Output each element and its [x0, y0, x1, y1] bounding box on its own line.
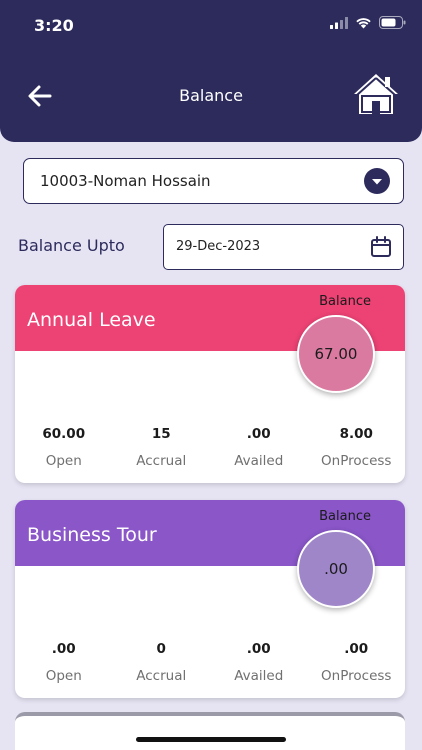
wifi-icon — [356, 17, 371, 28]
balance-value: 67.00 — [314, 345, 358, 363]
dropdown-toggle[interactable] — [364, 168, 390, 194]
stat-label: Open — [45, 668, 82, 684]
employee-dropdown-value: 10003-Noman Hossain — [40, 172, 211, 190]
balance-date-value: 29-Dec-2023 — [176, 239, 261, 254]
stat-label: Availed — [234, 668, 284, 684]
chevron-down-icon — [372, 179, 382, 185]
status-icons — [330, 16, 406, 29]
balance-caption: Balance — [319, 294, 371, 309]
app-header: 3:20 Balance — [0, 0, 422, 142]
stat-value: .00 — [246, 641, 271, 657]
stat-value: 15 — [151, 426, 171, 442]
stat-accrual: 0 Accrual — [113, 641, 211, 684]
balance-caption: Balance — [319, 509, 371, 524]
battery-icon — [379, 16, 406, 29]
stat-label: Open — [45, 453, 82, 469]
stat-value: 8.00 — [339, 426, 373, 442]
employee-dropdown[interactable]: 10003-Noman Hossain — [23, 158, 404, 204]
stat-label: Accrual — [136, 668, 187, 684]
stat-availed: .00 Availed — [210, 641, 308, 684]
stat-label: OnProcess — [321, 668, 392, 684]
stat-onprocess: .00 OnProcess — [308, 641, 406, 684]
status-time: 3:20 — [34, 16, 74, 35]
stat-availed: .00 Availed — [210, 426, 308, 469]
stat-value: .00 — [344, 641, 369, 657]
stat-label: Accrual — [136, 453, 187, 469]
stat-label: Availed — [234, 453, 284, 469]
leave-card-business-tour[interactable]: Business Tour Balance .00 .00 Open 0 Acc… — [15, 500, 405, 698]
stat-value: .00 — [246, 426, 271, 442]
balance-upto-label: Balance Upto — [18, 236, 125, 255]
stat-value: 0 — [156, 641, 166, 657]
stat-onprocess: 8.00 OnProcess — [308, 426, 406, 469]
home-icon — [354, 74, 398, 114]
home-button[interactable] — [352, 72, 400, 116]
balance-value: .00 — [324, 560, 348, 578]
signal-icon — [330, 16, 348, 29]
stat-value: 60.00 — [42, 426, 86, 442]
balance-circle: 67.00 — [297, 315, 375, 393]
home-indicator[interactable] — [136, 737, 286, 742]
stat-label: OnProcess — [321, 453, 392, 469]
stat-open: 60.00 Open — [15, 426, 113, 469]
balance-date-field[interactable]: 29-Dec-2023 — [163, 224, 404, 270]
leave-card-annual[interactable]: Annual Leave Balance 67.00 60.00 Open 15… — [15, 285, 405, 483]
stat-value: .00 — [51, 641, 76, 657]
stats-row: .00 Open 0 Accrual .00 Availed .00 OnPro… — [15, 641, 405, 684]
stat-accrual: 15 Accrual — [113, 426, 211, 469]
balance-circle: .00 — [297, 530, 375, 608]
card-title: Business Tour — [27, 524, 157, 546]
stat-open: .00 Open — [15, 641, 113, 684]
card-title: Annual Leave — [27, 309, 156, 331]
stats-row: 60.00 Open 15 Accrual .00 Availed 8.00 O… — [15, 426, 405, 469]
calendar-icon[interactable] — [370, 236, 392, 258]
leave-card-next[interactable] — [15, 712, 405, 750]
